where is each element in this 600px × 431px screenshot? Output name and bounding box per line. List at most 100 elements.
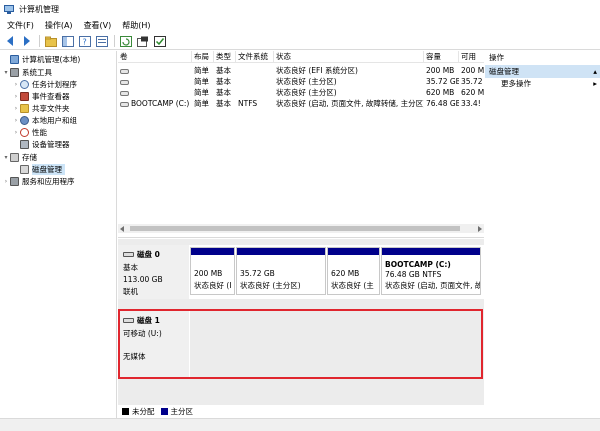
horizontal-scrollbar[interactable] <box>118 224 484 233</box>
tree-item-event-viewer[interactable]: › 事件查看器 <box>12 91 70 102</box>
toolbar-separator <box>114 35 115 47</box>
window-title: 计算机管理 <box>19 4 59 14</box>
scroll-right-icon[interactable] <box>478 226 482 232</box>
column-header-status[interactable]: 状态 <box>274 51 424 63</box>
menu-file[interactable]: 文件(F) <box>3 20 38 31</box>
column-header-type[interactable]: 类型 <box>214 51 236 63</box>
tools-icon <box>10 68 19 77</box>
partition-block[interactable]: 620 MB 状态良好 (主 <box>327 247 380 295</box>
menu-action[interactable]: 操作(A) <box>41 20 77 31</box>
tree-item-storage[interactable]: ▾ 存储 <box>2 152 37 163</box>
cell-free: 620 MB <box>461 88 484 97</box>
column-header-filesystem[interactable]: 文件系统 <box>236 51 274 63</box>
tree-label: 事件查看器 <box>32 92 70 101</box>
tree-label: 服务和应用程序 <box>22 177 75 186</box>
volume-list: 卷 布局 类型 文件系统 状态 容量 可用 简单 基本 状态良好 (EFI 系统… <box>118 51 484 238</box>
export-list-button[interactable] <box>136 35 149 48</box>
menu-view[interactable]: 查看(V) <box>80 20 116 31</box>
disk-0-type: 基本 <box>123 263 138 272</box>
expand-arrow-icon: › <box>14 81 18 88</box>
expand-arrow-icon: › <box>14 129 18 136</box>
tree-label: 共享文件夹 <box>32 104 70 113</box>
partition-block[interactable]: 35.72 GB 状态良好 (主分区) <box>236 247 326 295</box>
cell-free: 33.4! <box>461 99 481 108</box>
disk-graph-view: 磁盘 0 基本 113.00 GB 联机 200 MB 状态良好 (I 35.7… <box>118 239 484 405</box>
computer-icon <box>10 55 19 64</box>
partition-status: 状态良好 (I <box>194 281 232 290</box>
tree-label: 任务计划程序 <box>32 80 77 89</box>
event-viewer-icon <box>20 92 29 101</box>
tree-item-services[interactable]: › 服务和应用程序 <box>2 176 75 187</box>
column-header-free[interactable]: 可用 <box>459 51 484 63</box>
tree-item-disk-management[interactable]: 磁盘管理 <box>20 164 65 175</box>
scrollbar-thumb[interactable] <box>130 226 460 231</box>
actions-section-disk-management[interactable]: 磁盘管理 ▴ <box>485 65 600 78</box>
cell-status: 状态良好 (EFI 系统分区) <box>276 66 358 75</box>
more-actions-item[interactable]: 更多操作 ▸ <box>485 78 600 90</box>
column-header-capacity[interactable]: 容量 <box>424 51 459 63</box>
table-row[interactable]: 简单 基本 状态良好 (主分区) 35.72 GB 35.72 <box>118 76 484 87</box>
table-row[interactable]: BOOTCAMP (C:) 简单 基本 NTFS 状态良好 (启动, 页面文件,… <box>118 98 484 109</box>
cell-filesystem: NTFS <box>238 99 258 108</box>
tree-item-root[interactable]: 计算机管理(本地) <box>2 54 80 65</box>
tree-label: 本地用户和组 <box>32 116 77 125</box>
tree-item-system-tools[interactable]: ▾ 系统工具 <box>2 67 52 78</box>
table-row[interactable]: 简单 基本 状态良好 (主分区) 620 MB 620 MB <box>118 87 484 98</box>
legend-unallocated: 未分配 <box>132 406 155 416</box>
actions-section-label: 磁盘管理 <box>489 67 519 76</box>
tree-item-shared-folders[interactable]: › 共享文件夹 <box>12 103 70 114</box>
drive-icon <box>120 101 129 107</box>
column-header-layout[interactable]: 布局 <box>192 51 214 63</box>
properties-button[interactable] <box>95 35 108 48</box>
title-bar: 计算机管理 <box>0 0 600 18</box>
expand-arrow-icon: › <box>14 105 18 112</box>
tree-item-performance[interactable]: › 性能 <box>12 127 47 138</box>
cell-capacity: 620 MB <box>426 88 455 97</box>
collapse-arrow-icon[interactable]: ▴ <box>593 65 597 78</box>
partition-legend: 未分配 主分区 <box>118 405 484 417</box>
storage-icon <box>10 153 19 162</box>
expand-arrow-icon: › <box>14 93 18 100</box>
disk-0-row[interactable]: 磁盘 0 基本 113.00 GB 联机 200 MB 状态良好 (I 35.7… <box>118 245 484 299</box>
refresh-button[interactable] <box>119 35 132 48</box>
tree-item-device-manager[interactable]: 设备管理器 <box>20 139 70 150</box>
cell-capacity: 76.48 GB <box>426 99 459 108</box>
scroll-left-icon[interactable] <box>120 226 124 232</box>
forward-button[interactable] <box>20 35 33 48</box>
menu-help[interactable]: 帮助(H) <box>118 20 154 31</box>
disk-1-row[interactable]: 磁盘 1 可移动 (U:) 无媒体 <box>118 311 484 377</box>
show-hide-tree-button[interactable] <box>61 35 74 48</box>
table-header: 卷 布局 类型 文件系统 状态 容量 可用 <box>118 51 484 63</box>
disk-1-empty-area <box>190 311 484 377</box>
disk-settings-button[interactable] <box>153 35 166 48</box>
disk-0-size: 113.00 GB <box>123 275 163 284</box>
table-row[interactable]: 简单 基本 状态良好 (EFI 系统分区) 200 MB 200 MB <box>118 65 484 76</box>
tree-item-task-scheduler[interactable]: › 任务计划程序 <box>12 79 77 90</box>
partition-status: 状态良好 (主分区) <box>240 281 301 290</box>
toolbar-separator <box>39 35 40 47</box>
disk-1-info[interactable]: 磁盘 1 可移动 (U:) 无媒体 <box>118 311 189 377</box>
cell-filesystem <box>236 87 274 98</box>
disk-1-status: 无媒体 <box>123 352 146 361</box>
cell-free: 35.72 <box>461 77 483 86</box>
up-one-level-button[interactable] <box>44 35 57 48</box>
back-button[interactable] <box>3 35 16 48</box>
more-actions-label: 更多操作 <box>501 79 531 88</box>
cell-volume: BOOTCAMP (C:) <box>118 98 192 109</box>
collapse-arrow-icon: ▾ <box>4 154 8 161</box>
cell-filesystem <box>236 76 274 87</box>
help-button[interactable]: ? <box>78 35 91 48</box>
disk-0-info[interactable]: 磁盘 0 基本 113.00 GB 联机 <box>118 245 189 299</box>
primary-partition-bar <box>328 248 379 255</box>
partition-block-bootcamp[interactable]: BOOTCAMP (C:) 76.48 GB NTFS 状态良好 (启动, 页面… <box>381 247 481 295</box>
disk-0-status: 联机 <box>123 287 138 296</box>
partition-block[interactable]: 200 MB 状态良好 (I <box>190 247 235 295</box>
cell-capacity: 200 MB <box>426 66 455 75</box>
tree-item-local-users[interactable]: › 本地用户和组 <box>12 115 77 126</box>
navigation-tree: 计算机管理(本地) ▾ 系统工具 › 任务计划程序 › 事件查看器 › 共享文件… <box>0 51 117 418</box>
column-header-volume[interactable]: 卷 <box>118 51 192 63</box>
computer-management-icon <box>4 4 14 14</box>
cell-type: 基本 <box>216 77 231 86</box>
help-icon: ? <box>78 35 91 47</box>
disk-1-type: 可移动 (U:) <box>123 329 162 338</box>
